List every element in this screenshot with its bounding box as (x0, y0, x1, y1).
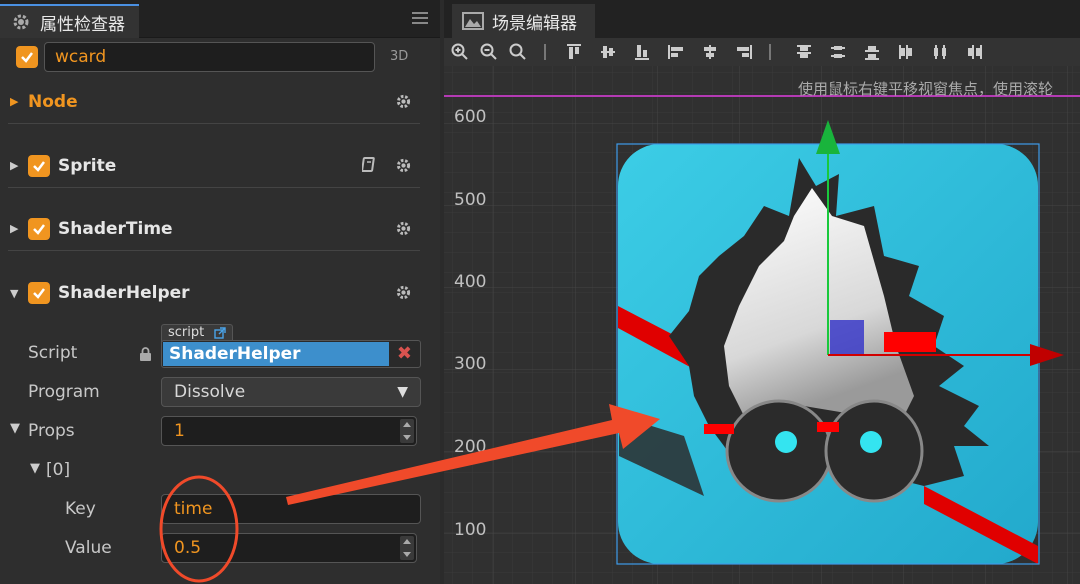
expand-arrow-icon[interactable]: ▶ (10, 159, 24, 172)
program-label: Program (28, 382, 100, 402)
tab-inspector[interactable]: 属性检查器 (0, 4, 139, 38)
section-shadertime-title: ShaderTime (58, 218, 173, 239)
dropdown-arrow-icon: ▼ (397, 384, 408, 400)
expand-arrow-icon[interactable]: ▶ (10, 95, 24, 108)
ruler-y-label: 100 (454, 520, 487, 540)
zoom-reset-icon[interactable] (508, 42, 528, 62)
ruler-y-label: 200 (454, 437, 487, 457)
props-count-input[interactable]: 1 (161, 416, 417, 446)
distribute-hcenter-icon[interactable] (930, 42, 950, 62)
zoom-in-icon[interactable] (450, 42, 470, 62)
distribute-vcenter-icon[interactable] (828, 42, 848, 62)
value-input[interactable]: 0.5 (161, 533, 417, 563)
section-sprite[interactable]: ▶ Sprite (8, 144, 420, 188)
section-sprite-title: Sprite (58, 155, 117, 176)
distribute-right-icon[interactable] (964, 42, 984, 62)
align-hcenter-icon[interactable] (700, 42, 720, 62)
node-header: wcard 3D (16, 42, 426, 72)
node-name-input[interactable]: wcard (44, 42, 375, 72)
gear-icon (10, 11, 32, 33)
scene-tabbar: 场景编辑器 (444, 0, 1080, 38)
props-item-index: [0] (46, 460, 71, 480)
toolbar-separator (544, 44, 546, 60)
help-book-icon[interactable] (362, 157, 376, 173)
props-count-value: 1 (174, 421, 185, 441)
distribute-bottom-icon[interactable] (862, 42, 882, 62)
align-vcenter-icon[interactable] (598, 42, 618, 62)
panel-menu-icon[interactable] (412, 12, 428, 26)
scene-hint-text: 使用鼠标右键平移视窗焦点，使用滚轮 (798, 80, 1054, 98)
clear-script-icon[interactable]: ✖ (397, 343, 412, 364)
scene-toolbar (444, 38, 1080, 66)
inspector-tabbar: 属性检查器 (0, 0, 440, 38)
shadertime-settings-gear-icon[interactable] (395, 220, 412, 237)
shaderhelper-settings-gear-icon[interactable] (395, 284, 412, 301)
external-link-icon[interactable] (214, 327, 226, 339)
align-top-icon[interactable] (564, 42, 584, 62)
inspector-panel: 属性检查器 wcard 3D ▶ Node ▶ Sprite ▶ ShaderT… (0, 0, 440, 584)
tab-inspector-label: 属性检查器 (40, 14, 125, 35)
3d-toggle[interactable]: 3D (390, 49, 408, 64)
script-tag-label: script (168, 325, 205, 340)
section-node-title: Node (28, 91, 78, 112)
shadertime-enabled-checkbox[interactable] (28, 217, 50, 240)
align-bottom-icon[interactable] (632, 42, 652, 62)
distribute-left-icon[interactable] (896, 42, 916, 62)
item-collapse-arrow-icon[interactable]: ▼ (30, 461, 40, 476)
node-active-checkbox[interactable] (16, 46, 38, 68)
align-right-icon[interactable] (734, 42, 754, 62)
key-label: Key (65, 499, 96, 519)
props-collapse-arrow-icon[interactable]: ▼ (10, 421, 20, 436)
gizmo-xy-handle[interactable] (830, 320, 864, 354)
ruler-y-label: 600 (454, 107, 487, 127)
value-value: 0.5 (174, 538, 202, 558)
node-settings-gear-icon[interactable] (395, 93, 412, 110)
collapse-arrow-icon[interactable]: ▼ (10, 287, 24, 300)
ruler-y-label: 500 (454, 190, 487, 210)
ruler-y-label: 400 (454, 272, 487, 292)
script-asset-field[interactable]: ShaderHelper ✖ (161, 340, 421, 368)
section-shadertime[interactable]: ▶ ShaderTime (8, 207, 420, 251)
align-left-icon[interactable] (666, 42, 686, 62)
value-stepper[interactable] (400, 536, 414, 560)
section-shaderhelper[interactable]: ▼ ShaderHelper (8, 271, 420, 315)
expand-arrow-icon[interactable]: ▶ (10, 222, 24, 235)
section-shaderhelper-title: ShaderHelper (58, 283, 190, 303)
image-icon (462, 12, 484, 30)
scene-grid (444, 66, 1080, 584)
program-select[interactable]: Dissolve ▼ (161, 377, 421, 407)
scene-editor-panel: 场景编辑器 使用鼠标右键平移视窗焦点，使用滚轮 600 500 400 300 … (444, 0, 1080, 584)
tab-scene-editor-label: 场景编辑器 (492, 13, 577, 34)
scene-viewport[interactable]: 使用鼠标右键平移视窗焦点，使用滚轮 600 500 400 300 200 10… (444, 66, 1080, 584)
key-value: time (174, 499, 213, 519)
zoom-out-icon[interactable] (479, 42, 499, 62)
distribute-top-icon[interactable] (794, 42, 814, 62)
ruler-y-label: 300 (454, 354, 487, 374)
props-count-stepper[interactable] (400, 419, 414, 443)
value-label: Value (65, 538, 112, 558)
script-label: Script (28, 343, 78, 363)
key-input[interactable]: time (161, 494, 421, 524)
shaderhelper-enabled-checkbox[interactable] (28, 282, 50, 304)
section-node[interactable]: ▶ Node (8, 80, 420, 124)
sprite-settings-gear-icon[interactable] (395, 157, 412, 174)
props-label: Props (28, 421, 75, 441)
toolbar-separator (769, 44, 771, 60)
sprite-enabled-checkbox[interactable] (28, 154, 50, 177)
program-selected-value: Dissolve (174, 382, 246, 402)
script-asset-value: ShaderHelper (163, 342, 389, 366)
tab-scene-editor[interactable]: 场景编辑器 (452, 4, 595, 38)
lock-icon (140, 347, 151, 361)
